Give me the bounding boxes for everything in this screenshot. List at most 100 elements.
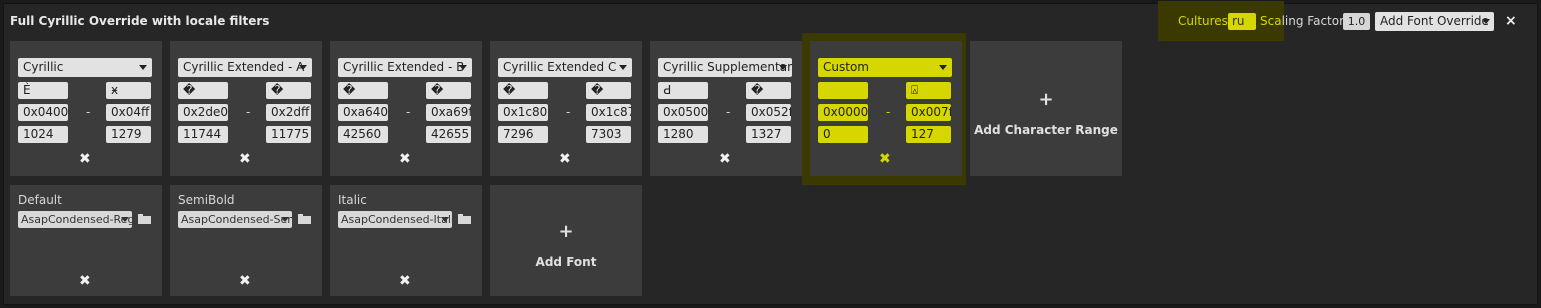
range-dash: - bbox=[406, 105, 411, 119]
range-last-hex[interactable]: 0x1c87 bbox=[586, 104, 631, 121]
range-card-cyrillic-extended-c: Cyrillic Extended C � � 0x1c80 - 0x1c87 … bbox=[490, 41, 642, 176]
range-first-hex[interactable]: 0xa640 bbox=[338, 104, 388, 121]
range-first-hex[interactable]: 0x0000 bbox=[818, 104, 868, 121]
range-dash: - bbox=[246, 105, 251, 119]
range-preset-label: Cyrillic Extended - A bbox=[183, 60, 305, 74]
range-last-hex[interactable]: 0xa69f bbox=[426, 104, 471, 121]
chevron-down-icon bbox=[459, 65, 467, 70]
add-font-label: Add Font bbox=[535, 255, 597, 269]
range-dash: - bbox=[726, 105, 731, 119]
range-preset-dropdown[interactable]: Cyrillic Extended - B bbox=[338, 58, 472, 77]
remove-range-icon[interactable]: ✖ bbox=[719, 152, 731, 166]
range-last-char[interactable]: � bbox=[266, 82, 311, 99]
range-last-dec[interactable]: 1279 bbox=[106, 126, 151, 143]
range-first-char[interactable]: � bbox=[498, 82, 548, 99]
range-first-char[interactable]: Ѐ bbox=[18, 82, 68, 99]
remove-range-icon[interactable]: ✖ bbox=[399, 152, 411, 166]
cultures-label: Cultures: bbox=[1178, 14, 1232, 28]
range-first-dec[interactable]: 7296 bbox=[498, 126, 548, 143]
remove-range-icon[interactable]: ✖ bbox=[79, 152, 91, 166]
remove-font-icon[interactable]: ✖ bbox=[399, 274, 411, 288]
range-first-dec[interactable]: 1280 bbox=[658, 126, 708, 143]
plus-icon: + bbox=[558, 221, 574, 242]
range-preset-dropdown[interactable]: Cyrillic Extended C bbox=[498, 58, 632, 77]
font-asset-dropdown[interactable]: AsapCondensed-SemiBold bbox=[178, 211, 292, 228]
range-first-dec[interactable]: 11744 bbox=[178, 126, 228, 143]
scaling-factor-label: Scaling Factor: bbox=[1260, 14, 1348, 28]
chevron-down-icon bbox=[939, 65, 947, 70]
range-first-dec[interactable]: 0 bbox=[818, 126, 868, 143]
range-preset-dropdown[interactable]: Custom bbox=[818, 58, 952, 77]
range-first-char[interactable] bbox=[818, 82, 868, 99]
range-first-char[interactable]: � bbox=[338, 82, 388, 99]
range-preset-dropdown[interactable]: Cyrillic Extended - A bbox=[178, 58, 312, 77]
font-style-name: Italic bbox=[338, 193, 367, 207]
range-last-hex[interactable]: 0x04ff bbox=[106, 104, 151, 121]
range-dash: - bbox=[886, 105, 891, 119]
folder-icon[interactable] bbox=[298, 214, 311, 224]
range-last-hex[interactable]: 0x052f bbox=[746, 104, 791, 121]
chevron-down-icon bbox=[281, 217, 289, 222]
chevron-down-icon bbox=[441, 217, 449, 222]
range-last-char[interactable]: � bbox=[426, 82, 471, 99]
scaling-factor-field[interactable]: 1.0 bbox=[1343, 13, 1370, 30]
remove-font-icon[interactable]: ✖ bbox=[79, 274, 91, 288]
range-last-char[interactable]: � bbox=[586, 82, 631, 99]
range-last-char[interactable]: � bbox=[746, 82, 791, 99]
add-character-range-label: Add Character Range bbox=[974, 123, 1118, 137]
range-preset-label: Cyrillic bbox=[23, 60, 64, 74]
chevron-down-icon bbox=[779, 65, 787, 70]
add-font-override-dropdown[interactable]: Add Font Override bbox=[1375, 12, 1494, 31]
scaling-label-rest: ling Factor: bbox=[1281, 14, 1348, 28]
range-card-cyrillic-extended-b: Cyrillic Extended - B � � 0xa640 - 0xa69… bbox=[330, 41, 482, 176]
range-last-char[interactable]: ӿ bbox=[106, 82, 151, 99]
range-preset-dropdown[interactable]: Cyrillic Supplementary bbox=[658, 58, 792, 77]
range-first-dec[interactable]: 42560 bbox=[338, 126, 388, 143]
font-asset-label: AsapCondensed-Regular bbox=[21, 213, 132, 226]
range-preset-label: Custom bbox=[823, 60, 869, 74]
range-card-custom: Custom ⍓ 0x0000 - 0x007f 0 127 ✖ bbox=[810, 41, 962, 176]
range-first-char[interactable]: Ԁ bbox=[658, 82, 708, 99]
range-first-hex[interactable]: 0x0500 bbox=[658, 104, 708, 121]
range-last-hex[interactable]: 0x2dff bbox=[266, 104, 311, 121]
remove-font-icon[interactable]: ✖ bbox=[239, 274, 251, 288]
add-font-button[interactable]: + Add Font bbox=[490, 185, 642, 296]
plus-icon: + bbox=[1038, 89, 1054, 110]
scaling-label-highlight: Sca bbox=[1260, 14, 1282, 28]
folder-icon[interactable] bbox=[458, 214, 471, 224]
range-first-hex[interactable]: 0x2de0 bbox=[178, 104, 228, 121]
range-card-cyrillic-supplementary: Cyrillic Supplementary Ԁ � 0x0500 - 0x05… bbox=[650, 41, 802, 176]
remove-range-icon[interactable]: ✖ bbox=[879, 152, 891, 166]
chevron-down-icon bbox=[1482, 19, 1490, 24]
chevron-down-icon bbox=[619, 65, 627, 70]
remove-range-icon[interactable]: ✖ bbox=[239, 152, 251, 166]
chevron-down-icon bbox=[121, 217, 129, 222]
close-icon[interactable]: × bbox=[1505, 13, 1517, 29]
range-preset-label: Cyrillic Extended - B bbox=[343, 60, 465, 74]
range-dash: - bbox=[566, 105, 571, 119]
range-preset-label: Cyrillic Supplementary bbox=[663, 60, 792, 74]
range-first-char[interactable]: � bbox=[178, 82, 228, 99]
font-asset-dropdown[interactable]: AsapCondensed-Italic bbox=[338, 211, 452, 228]
range-first-hex[interactable]: 0x1c80 bbox=[498, 104, 548, 121]
range-last-char[interactable]: ⍓ bbox=[906, 82, 951, 99]
range-last-dec[interactable]: 127 bbox=[906, 126, 951, 143]
range-last-dec[interactable]: 7303 bbox=[586, 126, 631, 143]
chevron-down-icon bbox=[299, 65, 307, 70]
range-first-hex[interactable]: 0x0400 bbox=[18, 104, 68, 121]
remove-range-icon[interactable]: ✖ bbox=[559, 152, 571, 166]
folder-icon[interactable] bbox=[138, 214, 151, 224]
range-last-hex[interactable]: 0x007f bbox=[906, 104, 951, 121]
add-character-range-button[interactable]: + Add Character Range bbox=[970, 41, 1122, 176]
range-last-dec[interactable]: 42655 bbox=[426, 126, 471, 143]
font-asset-dropdown[interactable]: AsapCondensed-Regular bbox=[18, 211, 132, 228]
range-first-dec[interactable]: 1024 bbox=[18, 126, 68, 143]
cultures-value[interactable]: ru bbox=[1228, 13, 1256, 30]
font-asset-label: AsapCondensed-Italic bbox=[341, 213, 452, 226]
range-preset-dropdown[interactable]: Cyrillic bbox=[18, 58, 152, 77]
font-asset-label: AsapCondensed-SemiBold bbox=[181, 213, 292, 226]
panel-title: Full Cyrillic Override with locale filte… bbox=[10, 14, 270, 28]
font-style-name: SemiBold bbox=[178, 193, 235, 207]
range-last-dec[interactable]: 1327 bbox=[746, 126, 791, 143]
range-last-dec[interactable]: 11775 bbox=[266, 126, 311, 143]
